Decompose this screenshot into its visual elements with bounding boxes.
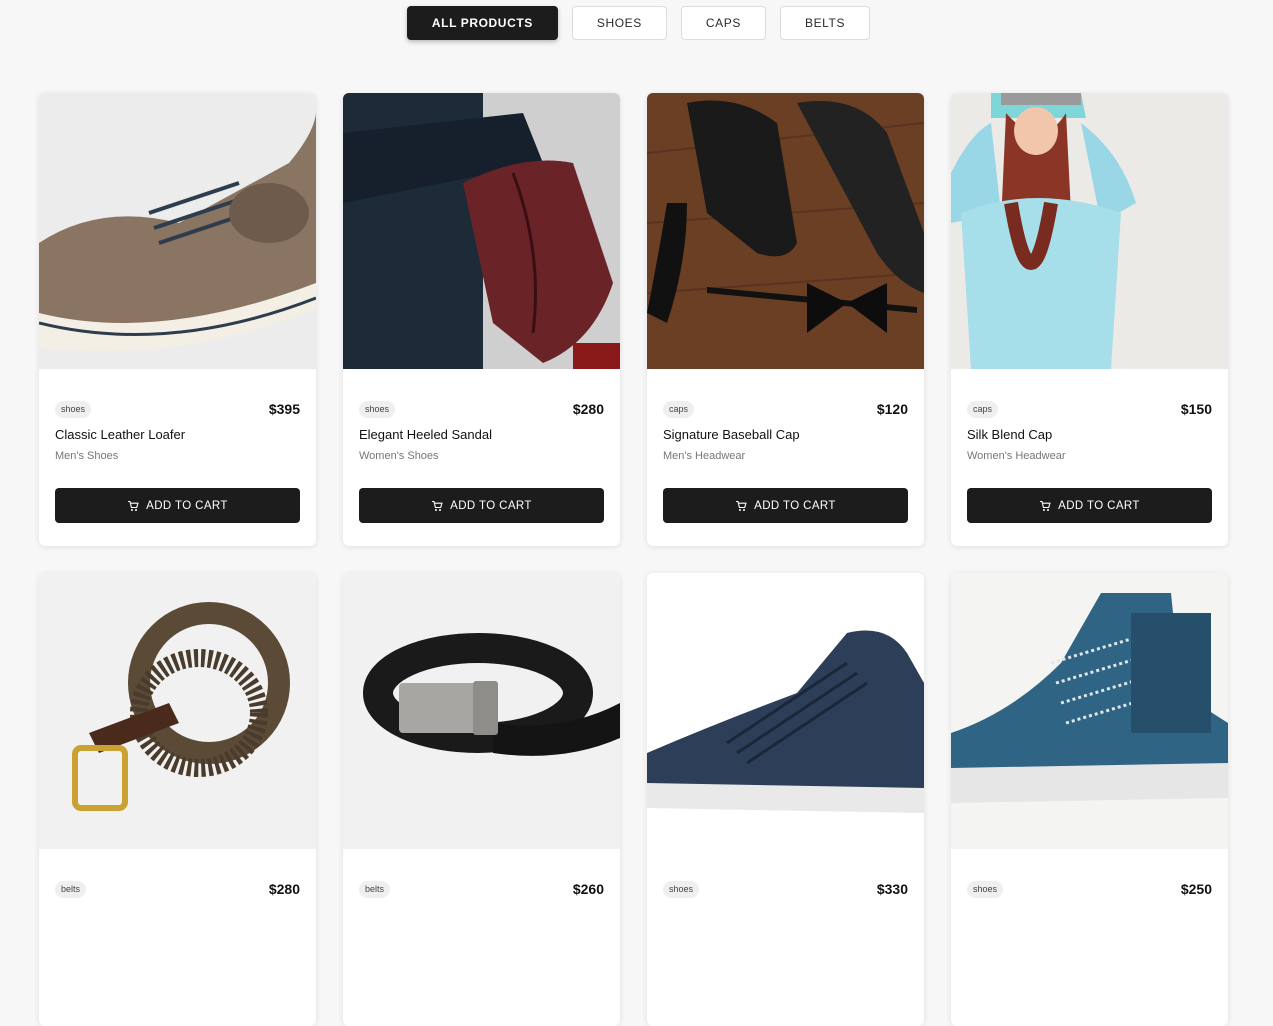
category-tag: shoes [967,880,1004,898]
category-tag: shoes [55,400,92,418]
product-image-black-dress-shoes[interactable] [647,93,924,369]
category-tag: caps [663,400,695,418]
product-card: shoes $395 Classic Leather Loafer Men's … [39,93,316,546]
product-card: shoes $330 [647,573,924,1026]
product-image-brown-sneaker[interactable] [39,93,316,369]
product-subcategory: Women's Shoes [359,450,439,462]
product-price: $150 [1180,401,1212,417]
product-name: Classic Leather Loafer [55,427,186,442]
add-to-cart-button[interactable]: ADD TO CART [967,488,1212,523]
add-to-cart-label: ADD TO CART [146,499,228,512]
add-to-cart-button[interactable]: ADD TO CART [55,488,300,523]
add-to-cart-label: ADD TO CART [1058,499,1140,512]
product-price: $260 [572,881,604,897]
product-price: $280 [572,401,604,417]
product-card: caps $120 Signature Baseball Cap Men's H… [647,93,924,546]
product-image-burgundy-brogue[interactable] [343,93,620,369]
product-grid: shoes $395 Classic Leather Loafer Men's … [39,93,1228,1026]
product-price: $330 [876,881,908,897]
cart-icon [128,500,139,511]
product-subcategory: Women's Headwear [967,450,1066,462]
product-name: Elegant Heeled Sandal [359,427,492,442]
category-tag: shoes [359,400,396,418]
product-image-black-leather-belt[interactable] [343,573,620,849]
product-card: shoes $250 [951,573,1228,1026]
product-subcategory: Men's Shoes [55,450,119,462]
product-card: caps $150 Silk Blend Cap Women's Headwea… [951,93,1228,546]
cart-icon [1040,500,1051,511]
product-image-blue-high-tops[interactable] [951,573,1228,849]
filter-belts-button[interactable]: BELTS [779,6,871,40]
category-tag: belts [55,880,87,898]
category-filter-bar: ALL PRODUCTS SHOES CAPS BELTS [0,6,1273,40]
product-name: Silk Blend Cap [967,427,1053,442]
product-image-braided-belt[interactable] [39,573,316,849]
product-price: $250 [1180,881,1212,897]
product-card: belts $260 [343,573,620,1026]
product-card: belts $280 [39,573,316,1026]
product-price: $120 [876,401,908,417]
category-tag: shoes [663,880,700,898]
add-to-cart-button[interactable]: ADD TO CART [359,488,604,523]
cart-icon [736,500,747,511]
category-tag: caps [967,400,999,418]
filter-all-products-button[interactable]: ALL PRODUCTS [406,6,558,40]
filter-caps-button[interactable]: CAPS [680,6,766,40]
add-to-cart-label: ADD TO CART [754,499,836,512]
product-price: $395 [268,401,300,417]
product-price: $280 [268,881,300,897]
add-to-cart-button[interactable]: ADD TO CART [663,488,908,523]
cart-icon [432,500,443,511]
product-subcategory: Men's Headwear [663,450,746,462]
add-to-cart-label: ADD TO CART [450,499,532,512]
filter-shoes-button[interactable]: SHOES [571,6,667,40]
product-image-woman-in-cap[interactable] [951,93,1228,369]
product-name: Signature Baseball Cap [663,427,800,442]
product-card: shoes $280 Elegant Heeled Sandal Women's… [343,93,620,546]
product-image-navy-high-top[interactable] [647,573,924,849]
category-tag: belts [359,880,391,898]
